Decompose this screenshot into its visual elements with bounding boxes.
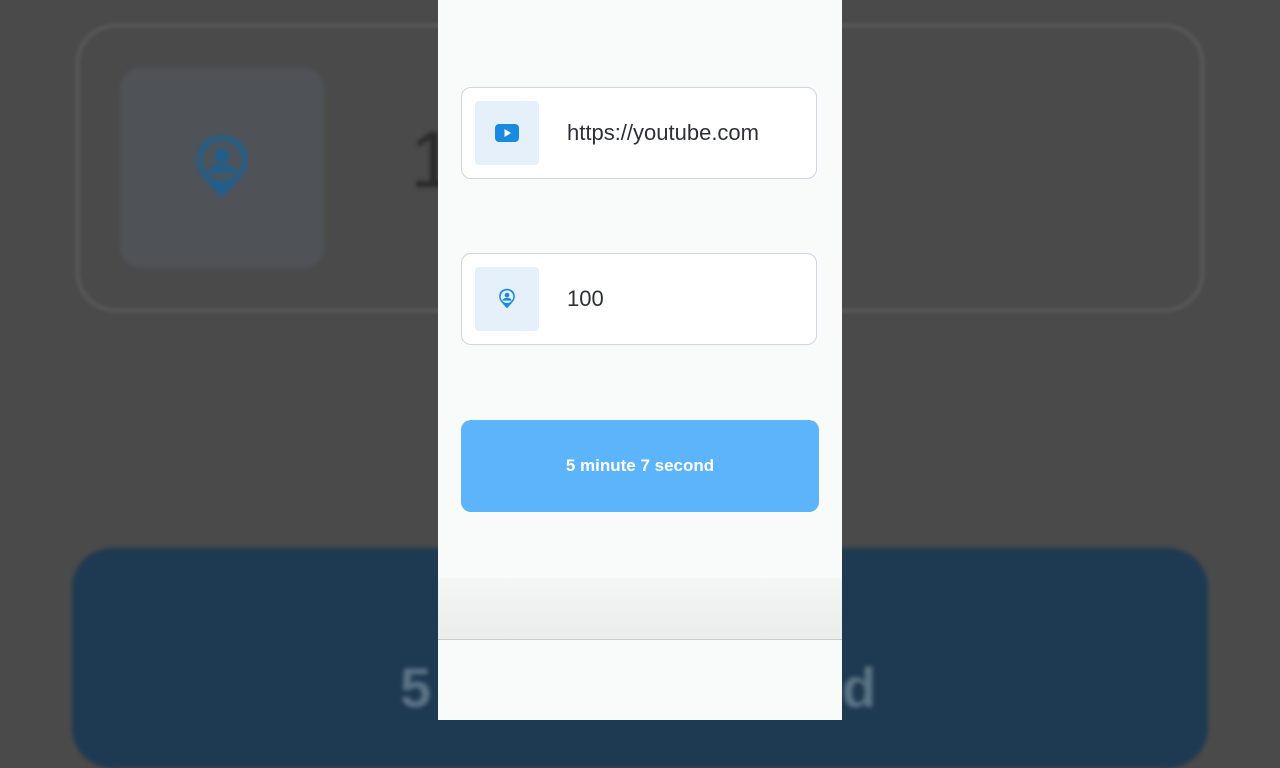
url-field-icon-box (475, 101, 539, 165)
person-pin-icon (197, 135, 247, 198)
bottom-area (438, 640, 842, 720)
person-pin-icon (499, 288, 515, 309)
background-button-text-right: d (842, 656, 877, 719)
youtube-play-icon (495, 124, 519, 142)
start-button[interactable]: 5 minute 7 second (461, 420, 819, 512)
bottom-shadow (438, 578, 842, 640)
url-input[interactable]: https://youtube.com (567, 120, 789, 146)
url-field[interactable]: https://youtube.com (461, 87, 817, 179)
count-field-icon-box (475, 267, 539, 331)
phone-screen: https://youtube.com 100 5 minute 7 secon… (438, 0, 842, 720)
count-input[interactable]: 100 (567, 286, 789, 312)
background-button-text-left: 5 (400, 656, 432, 719)
background-icon-box (120, 68, 324, 268)
count-field[interactable]: 100 (461, 253, 817, 345)
